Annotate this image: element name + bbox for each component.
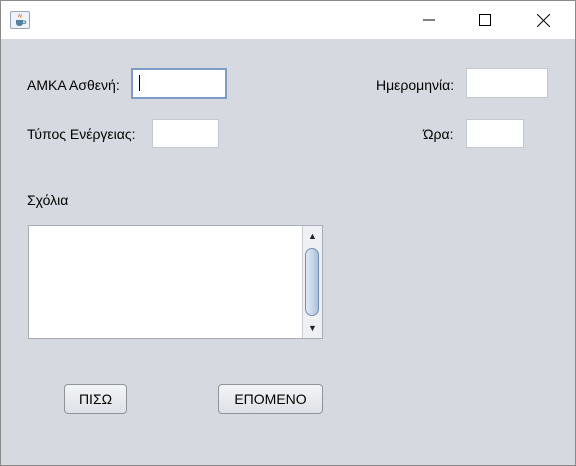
form-panel: ΑΜΚΑ Ασθενή: Ημερομηνία: Τύπος Ενέργειας…	[1, 39, 575, 465]
date-label: Ημερομηνία:	[376, 77, 455, 93]
scroll-up-icon[interactable]: ▲	[303, 228, 322, 244]
app-window: ΑΜΚΑ Ασθενή: Ημερομηνία: Τύπος Ενέργειας…	[0, 0, 576, 466]
comments-textarea[interactable]: ▲ ▼	[28, 225, 323, 339]
text-caret	[139, 75, 140, 91]
minimize-button[interactable]	[401, 1, 457, 39]
back-button[interactable]: ΠΙΣΩ	[64, 384, 127, 414]
maximize-icon	[479, 14, 491, 26]
close-icon	[536, 13, 550, 27]
action-type-input[interactable]	[152, 119, 219, 148]
minimize-icon	[423, 19, 435, 21]
title-bar	[1, 1, 575, 39]
time-input[interactable]	[466, 119, 524, 148]
comments-scrollbar[interactable]: ▲ ▼	[302, 226, 322, 338]
amka-label: ΑΜΚΑ Ασθενή:	[27, 77, 120, 93]
scroll-down-icon[interactable]: ▼	[303, 320, 322, 336]
maximize-button[interactable]	[457, 1, 513, 39]
scroll-thumb[interactable]	[305, 248, 319, 316]
action-type-label: Τύπος Ενέργειας:	[27, 126, 136, 142]
amka-input[interactable]	[131, 68, 227, 99]
comments-label: Σχόλια	[27, 192, 69, 208]
close-button[interactable]	[515, 1, 571, 39]
time-label: Ώρα:	[423, 126, 454, 142]
date-input[interactable]	[466, 68, 548, 98]
next-button[interactable]: ΕΠΟΜΕΝΟ	[218, 384, 323, 414]
java-cup-icon[interactable]	[10, 11, 30, 29]
